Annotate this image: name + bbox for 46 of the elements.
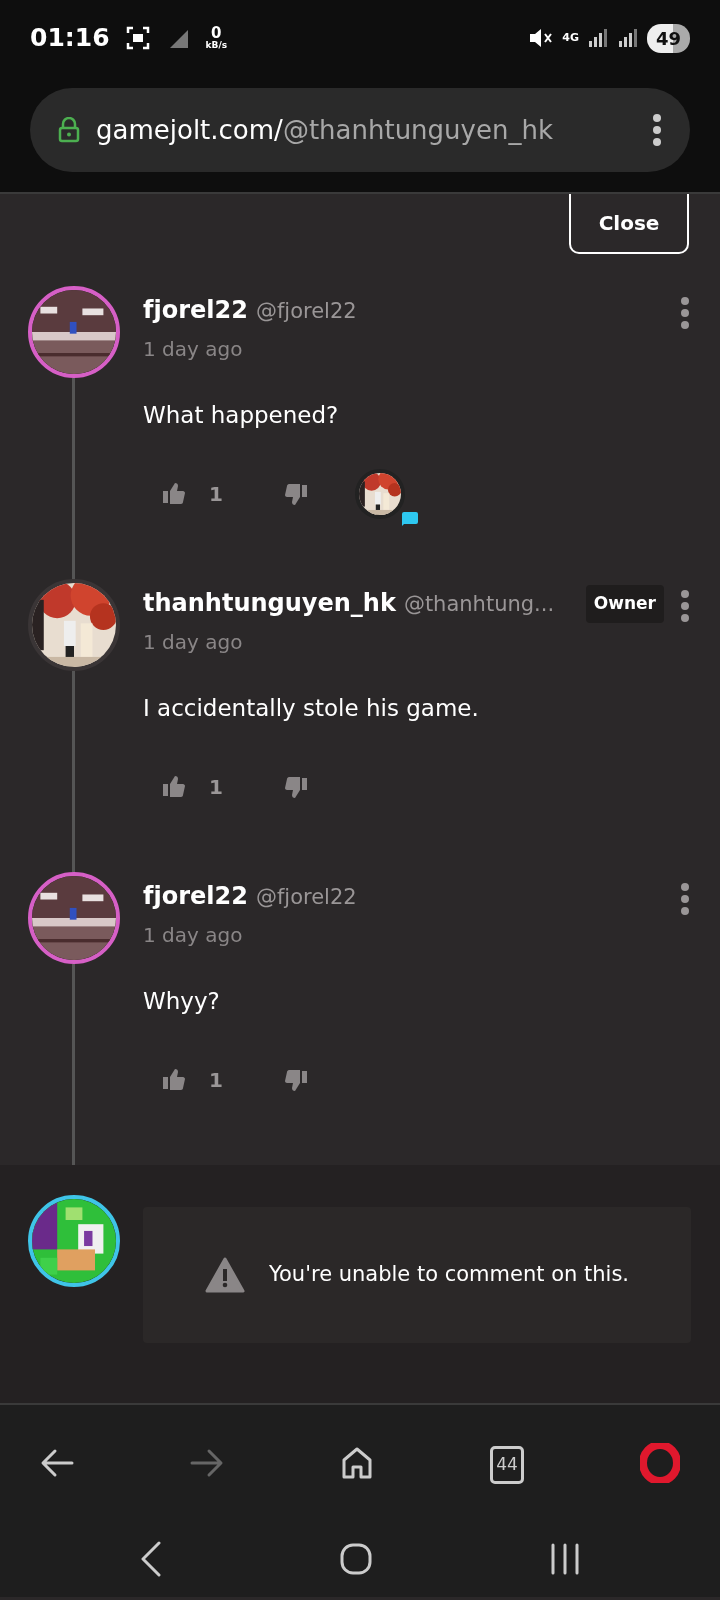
back-arrow-icon[interactable] [40, 1448, 74, 1478]
username[interactable]: @fjorel22 [255, 296, 357, 328]
display-name[interactable]: fjorel22 [143, 292, 248, 328]
timestamp: 1 day ago [143, 336, 244, 363]
net-unit: kB/s [205, 41, 228, 50]
like-count: 1 [209, 773, 223, 801]
screenshot-icon [125, 26, 150, 50]
mute-icon [528, 26, 555, 50]
username[interactable]: @thanhtung... [403, 589, 555, 621]
comment-text: I accidentally stole his game. [143, 694, 480, 723]
close-button[interactable]: Close [569, 194, 689, 254]
like-count: 1 [209, 1066, 223, 1094]
like-count: 1 [209, 480, 223, 508]
more-options-icon[interactable] [680, 589, 690, 623]
warning-icon [205, 1257, 245, 1293]
clock: 01:16 [30, 22, 110, 55]
timestamp: 1 day ago [143, 922, 244, 949]
comment-text: Whyy? [143, 987, 221, 1016]
thumbs-up-icon[interactable] [161, 773, 187, 800]
forward-arrow-icon[interactable] [190, 1448, 224, 1478]
lock-icon [58, 117, 80, 143]
owner-tag: Owner [585, 585, 664, 623]
net-speed: 0 [211, 26, 222, 41]
comment-text: What happened? [143, 401, 340, 430]
reply-avatar[interactable] [354, 468, 405, 519]
notice-text: You're unable to comment on this. [269, 1261, 629, 1289]
more-options-icon[interactable] [680, 296, 690, 330]
signal-icon [586, 27, 609, 49]
opera-logo[interactable] [640, 1443, 680, 1483]
battery-indicator: 49 [646, 23, 690, 53]
thumbs-up-icon[interactable] [161, 1066, 187, 1093]
network-type: 4G [562, 29, 579, 46]
recent-apps-icon[interactable] [550, 1543, 580, 1575]
home-icon[interactable] [340, 1446, 374, 1480]
username[interactable]: @fjorel22 [255, 882, 357, 914]
display-name[interactable]: thanhtunguyen_hk [143, 585, 396, 621]
signal-icon [616, 27, 639, 49]
home-button-icon[interactable] [340, 1543, 372, 1575]
back-icon[interactable] [140, 1541, 162, 1577]
thumbs-up-icon[interactable] [161, 480, 187, 507]
timestamp: 1 day ago [143, 629, 244, 656]
more-options-icon[interactable] [680, 882, 690, 916]
display-name[interactable]: fjorel22 [143, 878, 248, 914]
tabs-button[interactable]: 44 [490, 1446, 524, 1484]
chat-bubble-icon [400, 510, 419, 527]
more-options-icon[interactable] [652, 113, 662, 147]
